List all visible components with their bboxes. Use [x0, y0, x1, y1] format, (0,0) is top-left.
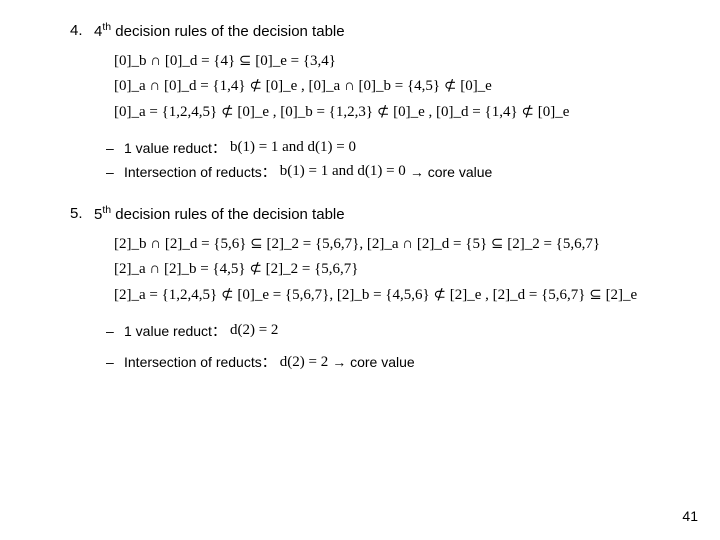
item-5-number: 5. [70, 203, 94, 225]
dash-icon: – [106, 321, 124, 341]
item-4-number: 4. [70, 20, 94, 42]
item-5-sub2-label: Intersection of reducts： [124, 352, 276, 372]
dash-icon: – [106, 138, 124, 158]
item-5-sub2-math: d(2) = 2 [280, 352, 328, 374]
item-5-sub1-label: 1 value reduct： [124, 321, 226, 341]
item-5-math-line1: [2]_b ∩ [2]_d = {5,6} ⊆ [2]_2 = {5,6,7},… [114, 232, 650, 258]
item-4-math-line2: [0]_a ∩ [0]_d = {1,4} ⊄ [0]_e , [0]_a ∩ … [114, 74, 650, 100]
item-4-sub1-math: b(1) = 1 and d(1) = 0 [230, 137, 356, 159]
item-5-sup: th [102, 204, 111, 216]
item-4-title-rest: decision rules of the decision table [111, 23, 344, 40]
item-4-sub1-label: 1 value reduct： [124, 138, 226, 158]
item-5-title-rest: decision rules of the decision table [111, 206, 344, 223]
item-4-math-block: [0]_b ∩ [0]_d = {4} ⊆ [0]_e = {3,4} [0]_… [114, 49, 650, 126]
item-5-sub2-tail: → core value [332, 352, 414, 372]
item-4-sup: th [102, 21, 111, 33]
item-5-title: 5th decision rules of the decision table [94, 203, 650, 226]
item-4-math-line1: [0]_b ∩ [0]_d = {4} ⊆ [0]_e = {3,4} [114, 49, 650, 75]
item-4-sub-2: – Intersection of reducts： b(1) = 1 and … [106, 161, 650, 183]
item-5-math-block: [2]_b ∩ [2]_d = {5,6} ⊆ [2]_2 = {5,6,7},… [114, 232, 650, 309]
item-5-sub-1: – 1 value reduct： d(2) = 2 [106, 320, 650, 342]
dash-icon: – [106, 352, 124, 372]
item-4-sub2-tail: → core value [410, 162, 492, 182]
item-4-sub-1: – 1 value reduct： b(1) = 1 and d(1) = 0 [106, 137, 650, 159]
slide-number: 41 [682, 506, 698, 526]
item-4-sub2-math: b(1) = 1 and d(1) = 0 [280, 161, 406, 183]
item-4-math-line3: [0]_a = {1,2,4,5} ⊄ [0]_e , [0]_b = {1,2… [114, 100, 650, 126]
item-4-sub2-label: Intersection of reducts： [124, 162, 276, 182]
item-5-sub1-math: d(2) = 2 [230, 320, 278, 342]
item-5-math-line2: [2]_a ∩ [2]_b = {4,5} ⊄ [2]_2 = {5,6,7} [114, 257, 650, 283]
list-item-5-header: 5. 5th decision rules of the decision ta… [70, 203, 650, 226]
list-item-4-header: 4. 4th decision rules of the decision ta… [70, 20, 650, 43]
item-4-title: 4th decision rules of the decision table [94, 20, 650, 43]
item-5-sub-2: – Intersection of reducts： d(2) = 2 → co… [106, 352, 650, 374]
item-5-math-line3: [2]_a = {1,2,4,5} ⊄ [0]_e = {5,6,7}, [2]… [114, 283, 650, 309]
dash-icon: – [106, 162, 124, 182]
